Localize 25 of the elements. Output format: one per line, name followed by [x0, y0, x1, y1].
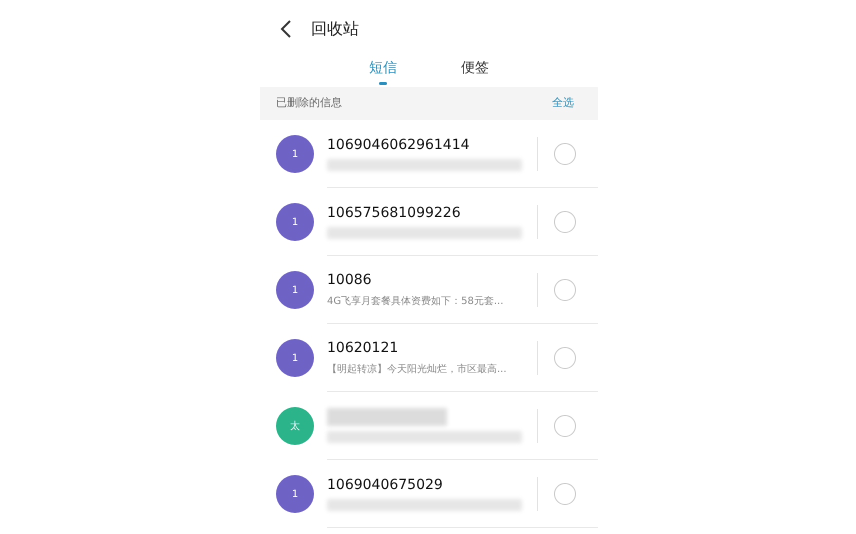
avatar: 1 — [276, 271, 314, 309]
message-preview: 【明起转凉】今天阳光灿烂，市区最高... — [327, 362, 508, 376]
select-checkbox[interactable] — [554, 210, 576, 232]
back-icon[interactable] — [280, 20, 292, 38]
sender-name: 1069040675029 — [327, 476, 444, 494]
sender-name: 1069046062961414 — [327, 136, 471, 154]
section-label: 已删除的信息 — [276, 95, 342, 112]
avatar: 1 — [276, 203, 314, 241]
sender-name: 10620121 — [327, 338, 400, 356]
select-checkbox[interactable] — [554, 482, 576, 504]
select-checkbox[interactable] — [554, 142, 576, 164]
avatar: 1 — [276, 135, 314, 173]
tab[interactable]: 便签 — [461, 58, 489, 85]
select-checkbox[interactable] — [554, 278, 576, 300]
select-checkbox[interactable] — [554, 414, 576, 436]
select-all-link[interactable]: 全选 — [552, 95, 582, 112]
screen-title: 回收站 — [311, 18, 359, 40]
sender-name: 10086 — [327, 270, 373, 288]
avatar: 1 — [276, 475, 314, 513]
avatar: 1 — [276, 339, 314, 377]
tab[interactable]: 短信 — [369, 58, 397, 85]
select-checkbox[interactable] — [554, 346, 576, 368]
avatar: 太 — [276, 407, 314, 445]
sender-name: 106575681099226 — [327, 204, 462, 222]
message-preview: 4G飞享月套餐具体资费如下：58元套... — [327, 294, 504, 308]
